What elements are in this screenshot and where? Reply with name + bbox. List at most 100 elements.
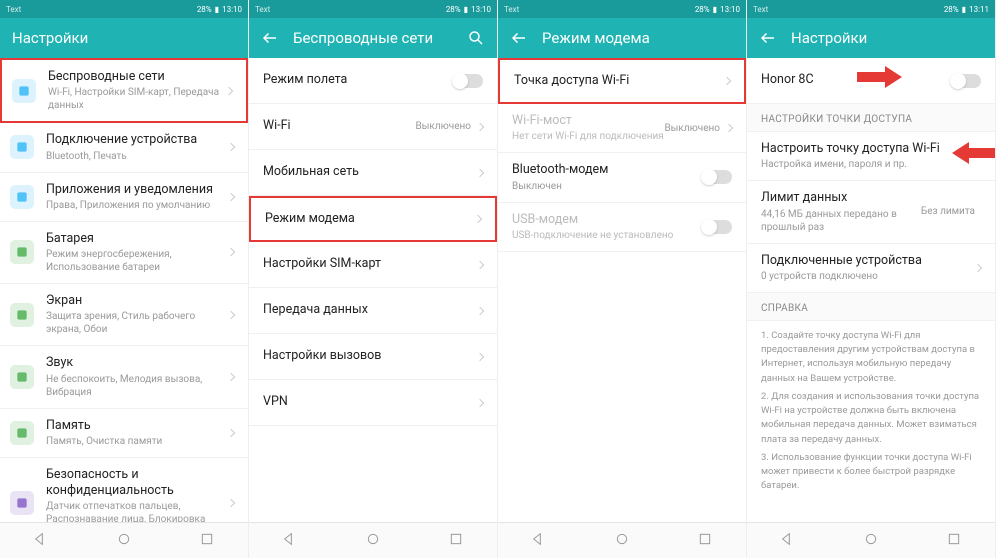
battery-icon: ▮ bbox=[215, 5, 219, 14]
status-bar: Text 28% ▮ 13:10 bbox=[498, 0, 746, 18]
screen-hotspot-settings: Text 28% ▮ 13:11 Настройки Honor 8C НАСТ… bbox=[747, 0, 996, 558]
row-value: Выключено bbox=[664, 123, 720, 134]
section-header-help: СПРАВКА bbox=[747, 293, 995, 321]
nav-recent[interactable] bbox=[448, 531, 464, 551]
nav-recent[interactable] bbox=[199, 531, 215, 551]
screen-settings: Text 28% ▮ 13:10 Настройки Беспроводные … bbox=[0, 0, 249, 558]
nav-home[interactable] bbox=[116, 531, 132, 551]
chevron-right-icon bbox=[225, 86, 233, 94]
arrow-indicator-icon bbox=[952, 142, 995, 164]
back-button[interactable] bbox=[510, 29, 528, 47]
row-sub: Датчик отпечатков пальцев, Распознавание… bbox=[46, 500, 228, 522]
row-sub: Права, Приложения по умолчанию bbox=[46, 199, 228, 212]
settings-row-0[interactable]: Беспроводные сетиWi-Fi, Настройки SIM-ка… bbox=[0, 58, 248, 123]
row-sub: Нет сети Wi-Fi для подключения bbox=[512, 130, 664, 143]
tether-row-1: Wi-Fi-мостНет сети Wi-Fi для подключения… bbox=[498, 104, 746, 153]
nav-back[interactable] bbox=[531, 531, 547, 551]
nav-home[interactable] bbox=[614, 531, 630, 551]
toggle[interactable] bbox=[453, 74, 483, 88]
nav-back[interactable] bbox=[282, 531, 298, 551]
chevron-right-icon bbox=[974, 263, 982, 271]
row-title: Экран bbox=[46, 293, 228, 309]
row-sub: Bluetooth, Печать bbox=[46, 150, 228, 163]
toggle-hotspot[interactable] bbox=[951, 74, 981, 88]
row-sub: Не беспокоить, Мелодия вызова, Вибрация bbox=[46, 373, 228, 399]
row-value: Выключено bbox=[415, 121, 471, 132]
wireless-row-5[interactable]: Передача данных bbox=[249, 288, 497, 334]
row-icon bbox=[10, 365, 34, 389]
chevron-right-icon bbox=[476, 168, 484, 176]
nav-back[interactable] bbox=[33, 531, 49, 551]
settings-row-7[interactable]: Безопасность и конфиденциальностьДатчик … bbox=[0, 458, 248, 522]
page-title: Настройки bbox=[791, 29, 983, 47]
wireless-row-6[interactable]: Настройки вызовов bbox=[249, 334, 497, 380]
wireless-row-2[interactable]: Мобильная сеть bbox=[249, 150, 497, 196]
tether-row-0[interactable]: Точка доступа Wi-Fi bbox=[498, 58, 746, 104]
row-title: Подключенные устройства bbox=[761, 253, 975, 269]
row-title: Режим модема bbox=[265, 211, 475, 227]
row-title: Настройки вызовов bbox=[263, 348, 477, 364]
row-icon bbox=[10, 240, 34, 264]
wireless-row-1[interactable]: Wi-FiВыключено bbox=[249, 104, 497, 150]
page-title: Беспроводные сети bbox=[293, 29, 453, 47]
row-configure-hotspot[interactable]: Настроить точку доступа Wi-Fi Настройка … bbox=[747, 132, 995, 181]
chevron-right-icon bbox=[474, 215, 482, 223]
wireless-row-4[interactable]: Настройки SIM-карт bbox=[249, 242, 497, 288]
tether-row-2[interactable]: Bluetooth-модемВыключен bbox=[498, 153, 746, 202]
row-icon bbox=[10, 421, 34, 445]
status-bar: Text 28% ▮ 13:11 bbox=[747, 0, 995, 18]
row-title: Bluetooth-модем bbox=[512, 162, 702, 178]
row-title: Безопасность и конфиденциальность bbox=[46, 467, 228, 500]
status-bar: Text 28% ▮ 13:10 bbox=[0, 0, 248, 18]
settings-row-6[interactable]: ПамятьПамять, Очистка памяти bbox=[0, 409, 248, 458]
row-data-limit[interactable]: Лимит данных 44,16 МБ данных передано в … bbox=[747, 181, 995, 243]
chevron-right-icon bbox=[723, 77, 731, 85]
settings-row-2[interactable]: Приложения и уведомленияПрава, Приложени… bbox=[0, 173, 248, 222]
nav-home[interactable] bbox=[365, 531, 381, 551]
wireless-row-7[interactable]: VPN bbox=[249, 380, 497, 426]
chevron-right-icon bbox=[476, 398, 484, 406]
settings-row-5[interactable]: Звук Не беспокоить, Мелодия вызова, Вибра… bbox=[0, 346, 248, 408]
nav-bar bbox=[747, 522, 995, 558]
row-title: Точка доступа Wi-Fi bbox=[514, 73, 724, 89]
chevron-right-icon bbox=[476, 306, 484, 314]
row-sub: 44,16 МБ данных передано в прошлый раз bbox=[761, 208, 921, 234]
nav-back[interactable] bbox=[780, 531, 796, 551]
chevron-right-icon bbox=[227, 499, 235, 507]
header: Настройки bbox=[0, 18, 248, 58]
row-icon bbox=[10, 491, 34, 515]
row-sub: Память, Очистка памяти bbox=[46, 435, 228, 448]
status-bar: Text 28% ▮ 13:10 bbox=[249, 0, 497, 18]
toggle[interactable] bbox=[702, 170, 732, 184]
row-sub: Настройка имени, пароля и пр. bbox=[761, 158, 981, 171]
row-sub: USB-подключение не установлено bbox=[512, 229, 702, 242]
row-icon bbox=[10, 303, 34, 327]
wireless-row-3[interactable]: Режим модема bbox=[249, 196, 497, 242]
back-button[interactable] bbox=[759, 29, 777, 47]
screen-wireless: Text 28% ▮ 13:10 Беспроводные сети Режим… bbox=[249, 0, 498, 558]
row-connected-devices[interactable]: Подключенные устройства 0 устройств подк… bbox=[747, 244, 995, 293]
chevron-right-icon bbox=[227, 428, 235, 436]
row-title: Приложения и уведомления bbox=[46, 182, 228, 198]
back-button[interactable] bbox=[261, 29, 279, 47]
nav-recent[interactable] bbox=[946, 531, 962, 551]
row-honor-toggle[interactable]: Honor 8C bbox=[747, 58, 995, 104]
carrier: Text bbox=[6, 5, 21, 14]
row-sub: 0 устройств подключено bbox=[761, 270, 975, 283]
row-title: Wi-Fi bbox=[263, 118, 415, 134]
settings-row-1[interactable]: Подключение устройстваBluetooth, Печать bbox=[0, 123, 248, 172]
settings-row-3[interactable]: БатареяРежим энергосбережения, Использов… bbox=[0, 222, 248, 284]
row-title: Настроить точку доступа Wi-Fi bbox=[761, 141, 981, 157]
settings-row-4[interactable]: ЭкранЗащита зрения, Стиль рабочего экран… bbox=[0, 284, 248, 346]
row-value: Без лимита bbox=[921, 206, 975, 217]
row-icon bbox=[10, 185, 34, 209]
chevron-right-icon bbox=[725, 124, 733, 132]
nav-recent[interactable] bbox=[697, 531, 713, 551]
row-title: Лимит данных bbox=[761, 190, 921, 206]
wireless-row-0[interactable]: Режим полета bbox=[249, 58, 497, 104]
nav-home[interactable] bbox=[863, 531, 879, 551]
search-icon[interactable] bbox=[467, 29, 485, 47]
header: Режим модема bbox=[498, 18, 746, 58]
section-header-hotspot: НАСТРОЙКИ ТОЧКИ ДОСТУПА bbox=[747, 104, 995, 132]
row-title: Звук bbox=[46, 355, 228, 371]
